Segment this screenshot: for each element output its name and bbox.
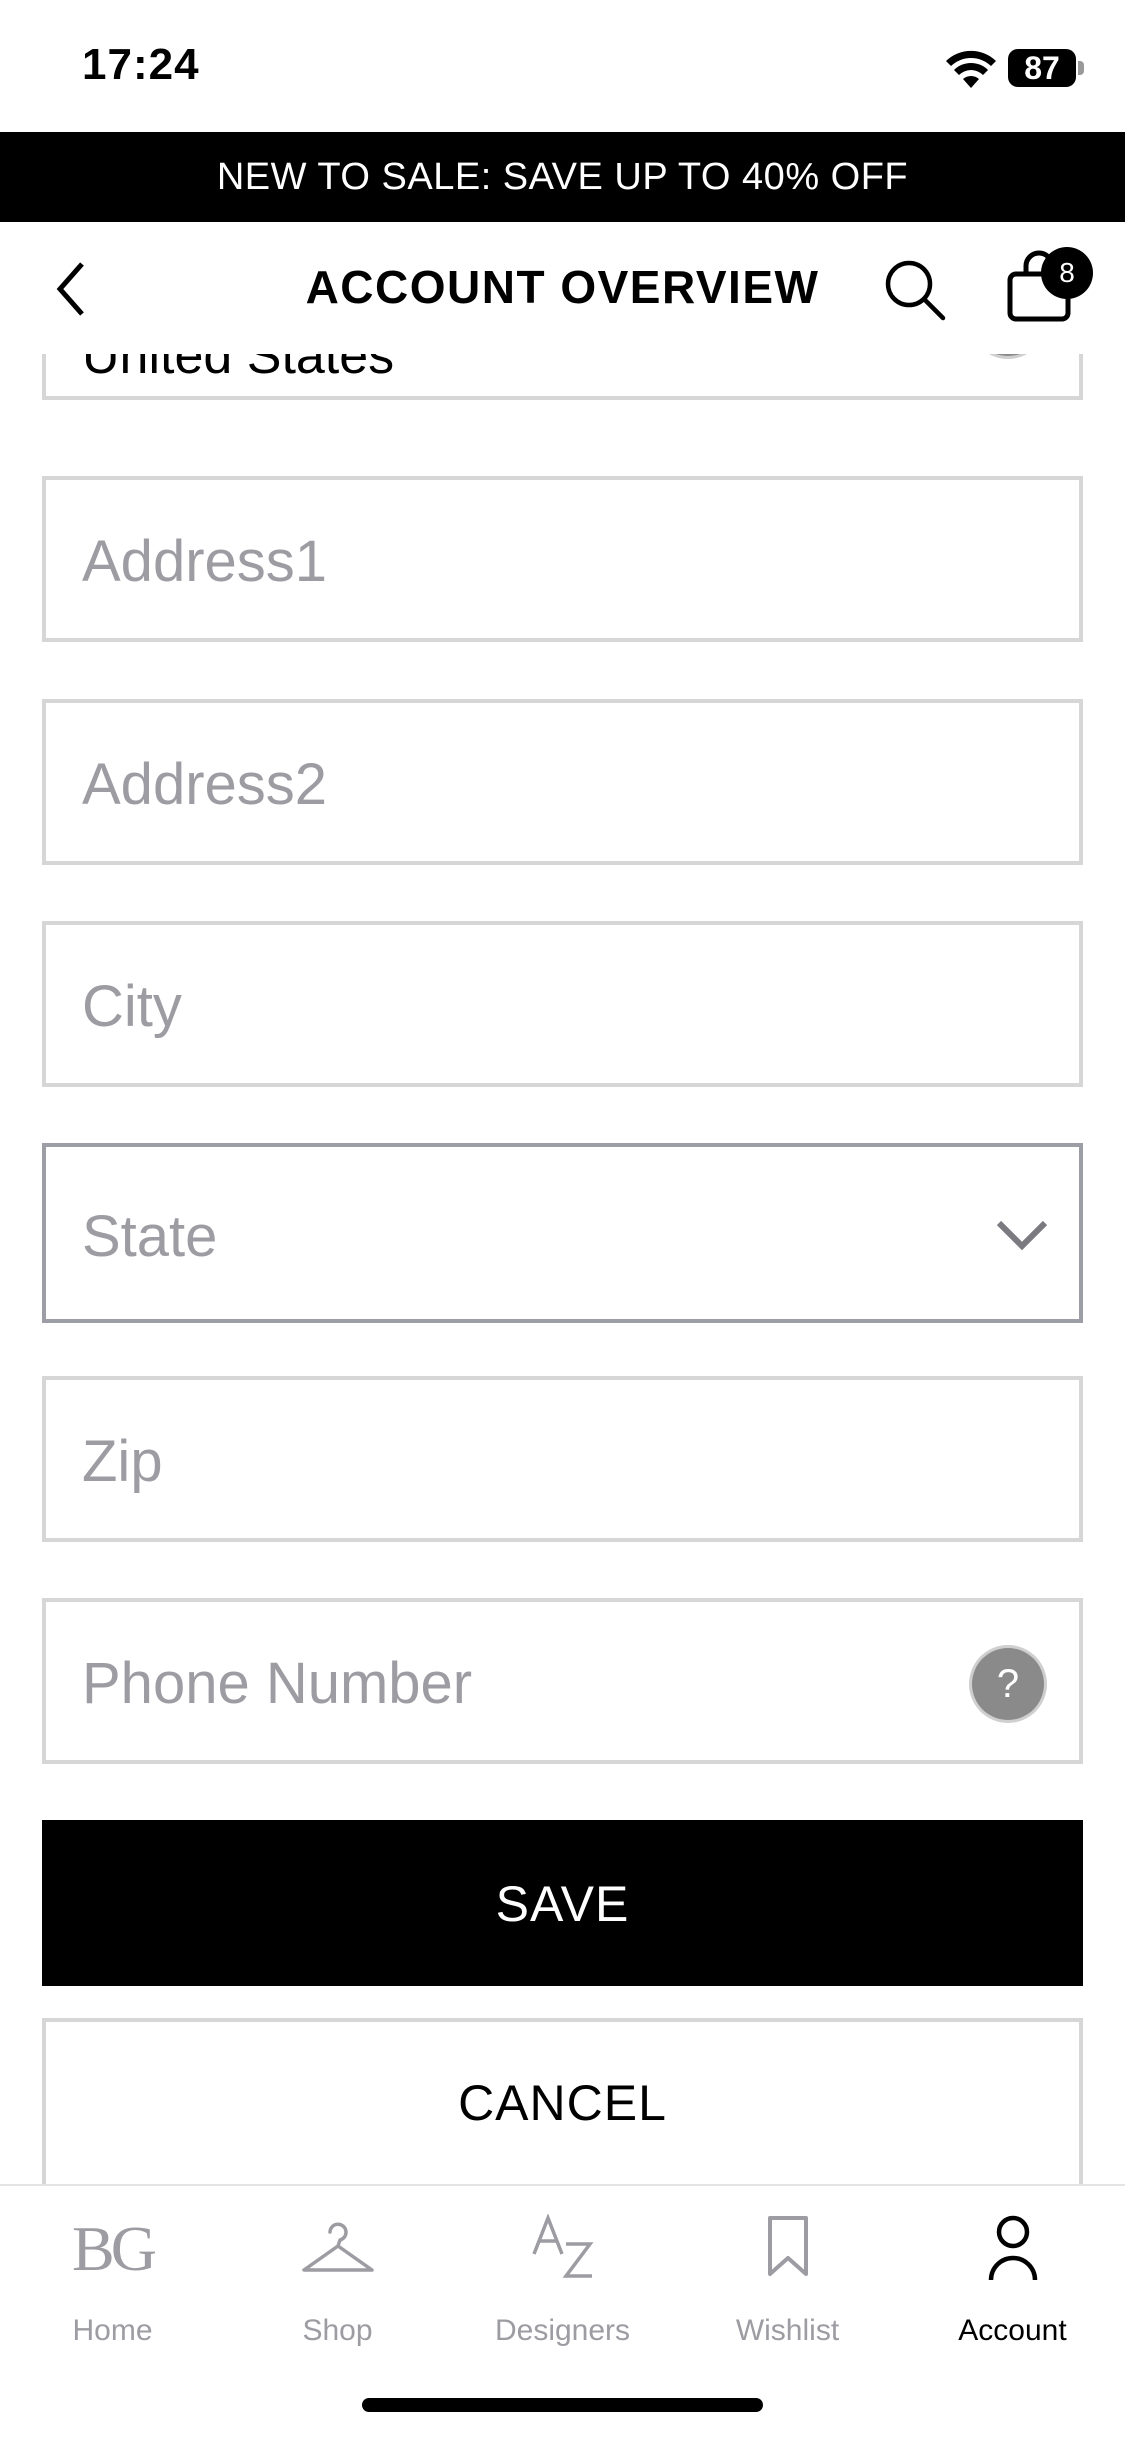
address1-placeholder: Address1 xyxy=(82,529,328,594)
battery-level: 87 xyxy=(1024,50,1060,86)
promo-banner-text: NEW TO SALE: SAVE UP TO 40% OFF xyxy=(216,156,909,198)
hanger-icon xyxy=(301,2222,374,2272)
save-button[interactable]: SAVE xyxy=(42,1820,1083,1986)
bg-logo-icon: BG xyxy=(72,2213,157,2284)
bag-count-badge: 8 xyxy=(1041,247,1093,299)
phone-field[interactable]: Phone Number ? xyxy=(42,1598,1083,1764)
tab-account[interactable]: Account xyxy=(900,2186,1125,2347)
tab-shop[interactable]: Shop xyxy=(225,2186,450,2347)
state-select[interactable]: State xyxy=(42,1143,1083,1323)
tab-label: Designers xyxy=(494,2314,631,2347)
bookmark-icon xyxy=(767,2216,808,2276)
zip-placeholder: Zip xyxy=(82,1429,163,1494)
page-title: ACCOUNT OVERVIEW xyxy=(305,261,820,313)
tab-designers[interactable]: Designers xyxy=(450,2186,675,2347)
tab-label: Wishlist xyxy=(735,2314,840,2347)
address-form: United States ? Address1 Address2 City S… xyxy=(0,354,1125,2184)
chevron-down-icon xyxy=(996,1220,1048,1251)
cancel-button[interactable]: CANCEL xyxy=(42,2018,1083,2184)
country-field[interactable]: United States ? xyxy=(42,354,1083,400)
address2-placeholder: Address2 xyxy=(82,752,328,817)
wifi-icon xyxy=(946,50,996,88)
status-time: 17:24 xyxy=(82,40,200,89)
address1-field[interactable]: Address1 xyxy=(42,476,1083,642)
help-icon[interactable]: ? xyxy=(972,354,1044,356)
promo-banner[interactable]: NEW TO SALE: SAVE UP TO 40% OFF xyxy=(0,132,1125,222)
zip-field[interactable]: Zip xyxy=(42,1376,1083,1542)
tab-label: Home xyxy=(72,2314,153,2347)
home-indicator[interactable] xyxy=(362,2398,763,2412)
status-bar: 17:24 87 xyxy=(0,0,1125,132)
phone-placeholder: Phone Number xyxy=(82,1651,473,1716)
battery-icon: 87 xyxy=(1008,49,1076,87)
city-placeholder: City xyxy=(82,974,182,1039)
tab-wishlist[interactable]: Wishlist xyxy=(675,2186,900,2347)
tab-home[interactable]: BG Home xyxy=(0,2186,225,2348)
nav-header: ACCOUNT OVERVIEW 8 xyxy=(0,222,1125,354)
phone-help-icon[interactable]: ? xyxy=(972,1648,1044,1720)
tab-label: Shop xyxy=(302,2314,373,2347)
country-value: United States xyxy=(82,354,395,385)
state-placeholder: State xyxy=(82,1204,218,1269)
search-icon[interactable] xyxy=(883,258,947,322)
az-icon xyxy=(531,2213,593,2278)
tab-label: Account xyxy=(958,2314,1067,2347)
city-field[interactable]: City xyxy=(42,921,1083,1087)
battery-cap xyxy=(1078,61,1084,75)
address2-field[interactable]: Address2 xyxy=(42,699,1083,865)
person-icon xyxy=(988,2215,1037,2281)
